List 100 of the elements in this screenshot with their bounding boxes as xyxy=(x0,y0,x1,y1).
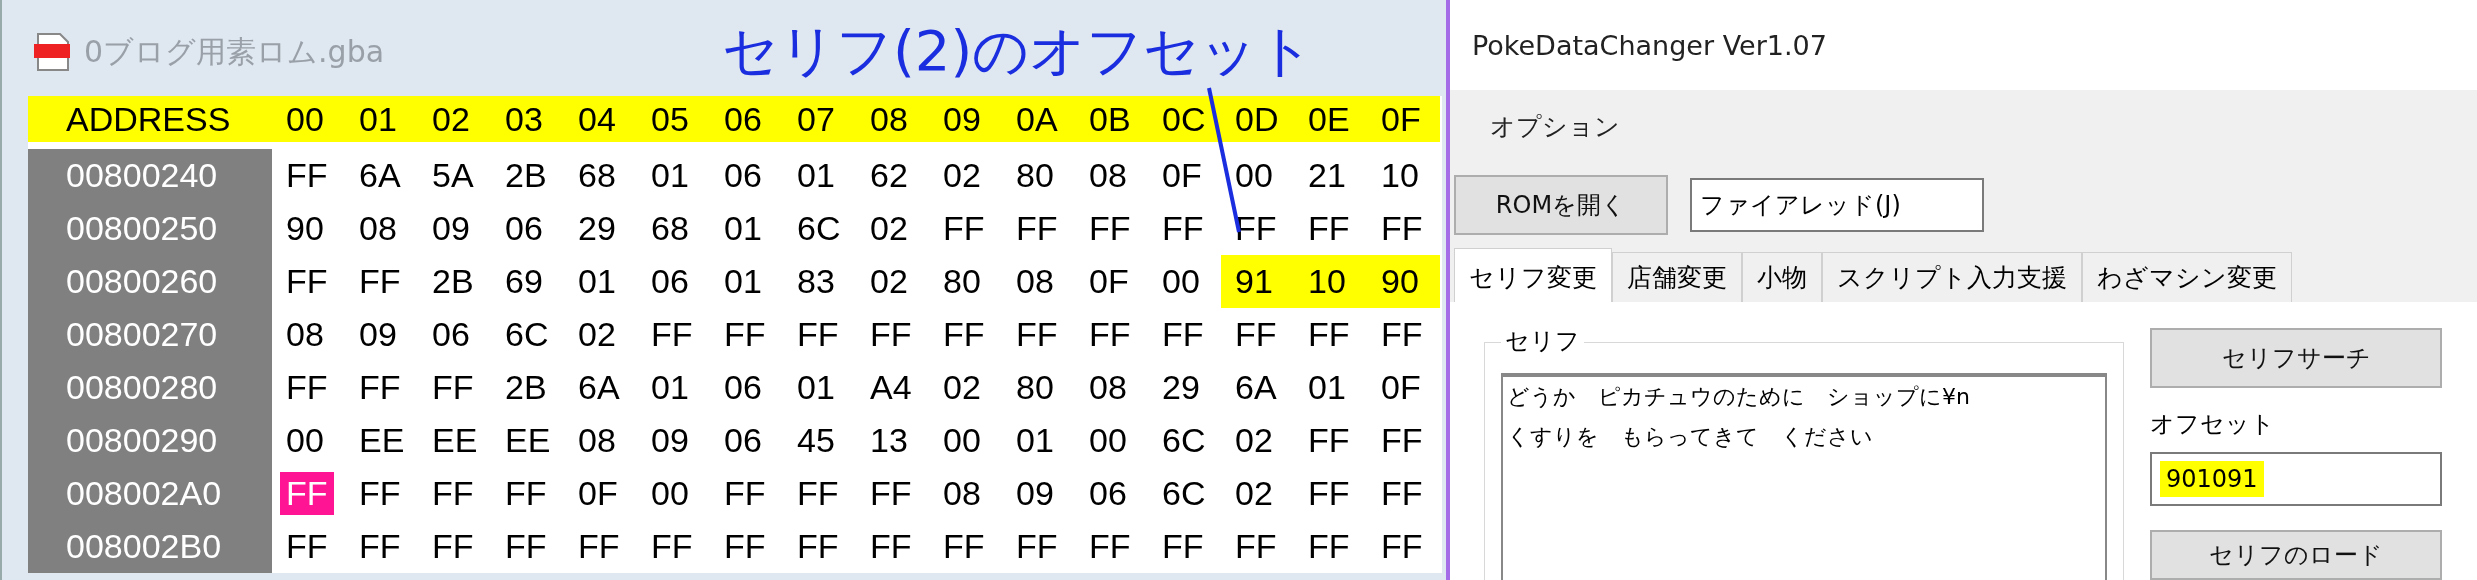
byte-value: 00 xyxy=(286,421,324,460)
column-header: 08 xyxy=(856,96,929,142)
byte-value: FF xyxy=(1089,209,1131,248)
byte-value: FF xyxy=(943,209,985,248)
byte-value: 09 xyxy=(1016,474,1054,513)
byte-value: FF xyxy=(870,474,912,513)
address-cell: 008002B0 xyxy=(28,520,272,573)
address-cell: 00800280 xyxy=(28,361,272,414)
column-header: 0B xyxy=(1075,96,1148,142)
byte-value: 08 xyxy=(1016,262,1054,301)
byte-value: FF xyxy=(432,527,474,566)
byte-value: FF xyxy=(286,527,328,566)
byte-value: FF xyxy=(1308,527,1350,566)
byte-value: 90 xyxy=(1367,255,1440,308)
byte-value: FF xyxy=(505,527,547,566)
byte-value: 6C xyxy=(505,315,549,354)
byte-value: 0F xyxy=(578,474,618,513)
byte-value: 10 xyxy=(1294,255,1367,308)
byte-value: FF xyxy=(1308,209,1350,248)
byte-value: FF xyxy=(1016,209,1058,248)
byte-value: 01 xyxy=(797,368,835,407)
byte-value: 68 xyxy=(578,156,616,195)
offset-value: 901091 xyxy=(2160,461,2264,497)
byte-value: 00 xyxy=(1089,421,1127,460)
address-cell: 00800290 xyxy=(28,414,272,467)
byte-value: 08 xyxy=(943,474,981,513)
byte-value: 01 xyxy=(651,368,689,407)
byte-value: 6C xyxy=(797,209,841,248)
byte-value: 06 xyxy=(432,315,470,354)
byte-value: FF xyxy=(505,474,547,513)
byte-value: 13 xyxy=(870,421,908,460)
byte-value: FF xyxy=(651,315,693,354)
byte-value: FF xyxy=(1235,527,1277,566)
tab[interactable]: わざマシン変更 xyxy=(2082,252,2292,302)
tab[interactable]: セリフ変更 xyxy=(1454,248,1612,302)
game-field[interactable]: ファイアレッド(J) xyxy=(1690,178,1984,232)
byte-value: FF xyxy=(578,527,620,566)
byte-value: FF xyxy=(870,315,912,354)
byte-value: FF xyxy=(1381,315,1423,354)
address-header: ADDRESS xyxy=(28,96,272,142)
byte-value: 00 xyxy=(1162,262,1200,301)
byte-value: 2B xyxy=(432,262,474,301)
byte-value: 06 xyxy=(724,368,762,407)
open-rom-button[interactable]: ROMを開く xyxy=(1454,175,1668,235)
load-button[interactable]: セリフのロード xyxy=(2150,530,2442,580)
byte-value: 68 xyxy=(651,209,689,248)
byte-value: FF xyxy=(1381,474,1423,513)
byte-value: 29 xyxy=(578,209,616,248)
column-header: 0A xyxy=(1002,96,1075,142)
column-header: 01 xyxy=(345,96,418,142)
byte-value: 5A xyxy=(432,156,474,195)
byte-value: 6A xyxy=(359,156,401,195)
tab[interactable]: 小物 xyxy=(1742,252,1822,302)
byte-value: FF xyxy=(1162,209,1204,248)
byte-value: 01 xyxy=(724,262,762,301)
byte-value: FF xyxy=(1089,315,1131,354)
byte-value: 06 xyxy=(724,156,762,195)
column-header: 0F xyxy=(1367,96,1440,142)
byte-value: 83 xyxy=(797,262,835,301)
byte-value: FF xyxy=(359,474,401,513)
byte-value: 0F xyxy=(1089,262,1129,301)
column-header: 04 xyxy=(564,96,637,142)
byte-value: 01 xyxy=(724,209,762,248)
offset-field[interactable]: 901091 xyxy=(2150,452,2442,506)
byte-value: FF xyxy=(1162,527,1204,566)
byte-value: 06 xyxy=(1089,474,1127,513)
byte-value: FF xyxy=(943,527,985,566)
byte-value: FF xyxy=(1308,421,1350,460)
byte-value: FF xyxy=(724,527,766,566)
byte-value: 6A xyxy=(578,368,620,407)
tab[interactable]: 店舗変更 xyxy=(1612,252,1742,302)
handwritten-note: セリフ(2)のオフセット xyxy=(722,17,1315,85)
column-header: 00 xyxy=(272,96,345,142)
menu-item[interactable]: オプション xyxy=(1490,109,1620,143)
byte-value: 01 xyxy=(578,262,616,301)
byte-value: 0F xyxy=(1381,368,1421,407)
column-header: 03 xyxy=(491,96,564,142)
byte-value: FF xyxy=(432,368,474,407)
byte-value: FF xyxy=(1162,315,1204,354)
byte-value: FF xyxy=(797,315,839,354)
byte-value: 6A xyxy=(1235,368,1277,407)
search-button[interactable]: セリフサーチ xyxy=(2150,328,2442,388)
byte-value: FF xyxy=(724,315,766,354)
byte-value: EE xyxy=(432,421,478,460)
tab[interactable]: スクリプト入力支援 xyxy=(1822,252,2082,302)
byte-value: 80 xyxy=(943,262,981,301)
column-header: 09 xyxy=(929,96,1002,142)
byte-value: 02 xyxy=(943,156,981,195)
address-cell: 00800270 xyxy=(28,308,272,361)
byte-value: FF xyxy=(359,368,401,407)
column-header: 0D xyxy=(1221,96,1294,142)
dialogue-field[interactable]: どうか ピカチュウのために ショップに¥n くすりを もらってきて ください xyxy=(1501,373,2107,580)
byte-value: FF xyxy=(1089,527,1131,566)
address-cell: 00800240 xyxy=(28,149,272,202)
byte-value: FF xyxy=(359,262,401,301)
byte-value: FF xyxy=(1381,421,1423,460)
column-header: 0C xyxy=(1148,96,1221,142)
byte-value: 02 xyxy=(578,315,616,354)
byte-value: FF xyxy=(1016,527,1058,566)
byte-value: 10 xyxy=(1381,156,1419,195)
